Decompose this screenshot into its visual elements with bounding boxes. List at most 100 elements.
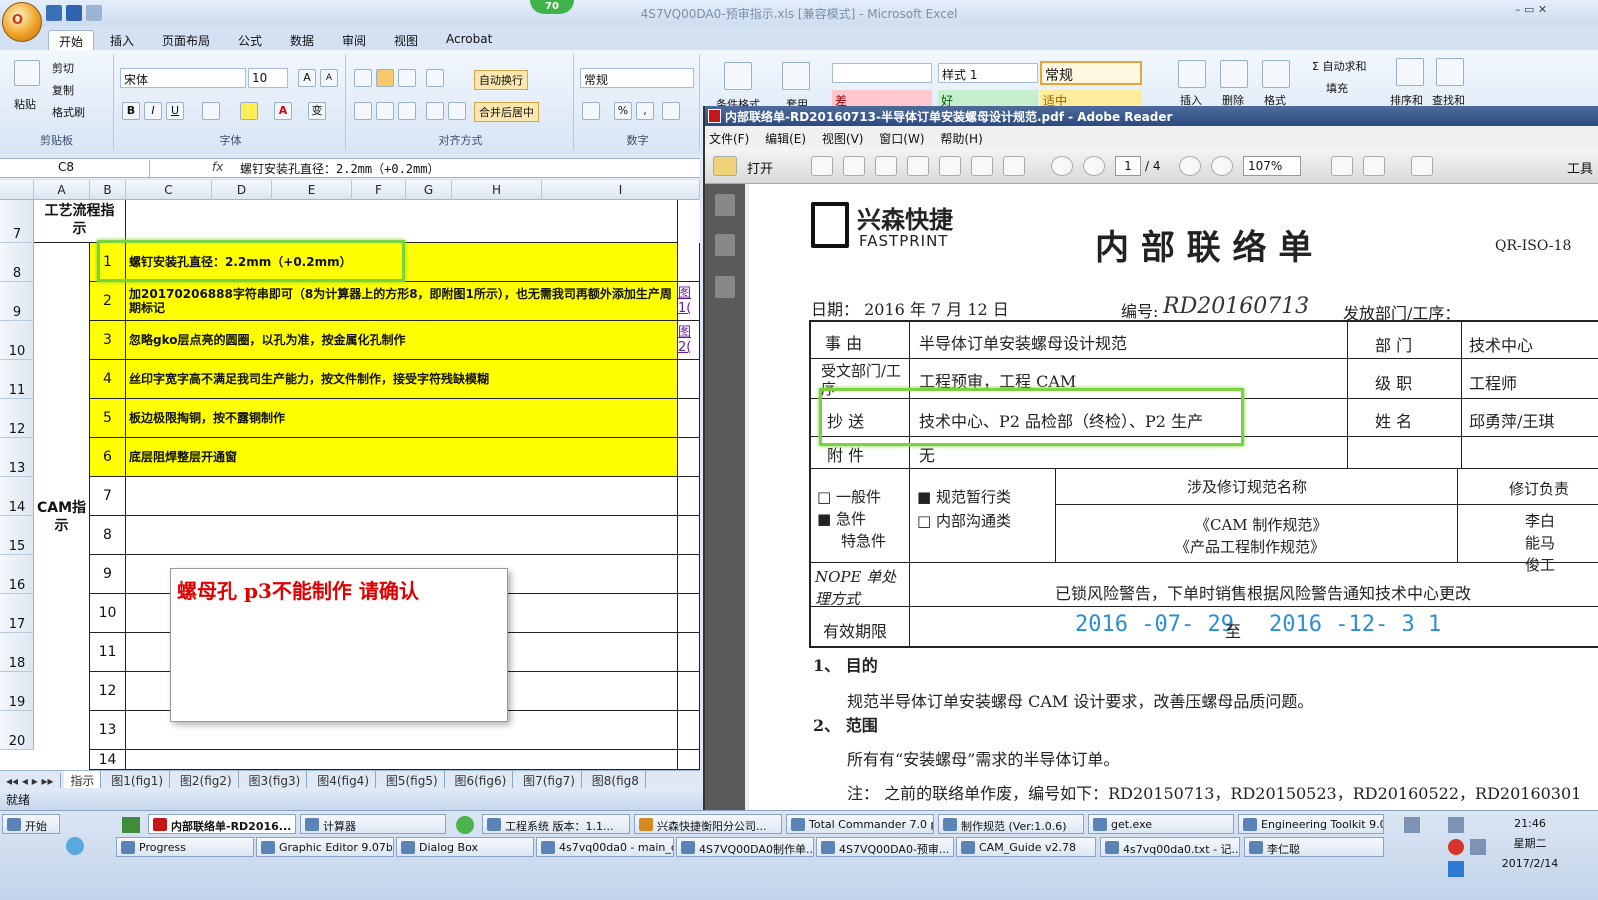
taskbar-button[interactable]: Total Commander 7.0 p... — [786, 814, 934, 834]
menu-file[interactable]: 文件(F) — [709, 132, 749, 146]
item-text-cell[interactable]: 加20170206888字符串即可（8为计算器上的方形8，即附图1所示），也无需… — [126, 282, 678, 321]
font-name-select[interactable]: 宋体 — [120, 68, 246, 88]
menu-view[interactable]: 视图(V) — [822, 132, 864, 146]
clock[interactable]: 21:46 星期二 2017/2/14 — [1480, 814, 1580, 874]
underline-button[interactable]: U — [166, 102, 184, 120]
figure-link-cell[interactable] — [678, 243, 700, 282]
align-middle-icon[interactable] — [376, 69, 394, 87]
prev-page-icon[interactable] — [1051, 156, 1073, 176]
row-header[interactable]: 9 — [0, 282, 34, 321]
header-blank-cell[interactable] — [126, 200, 678, 243]
process-header-cell[interactable]: 工艺流程指示 — [34, 200, 126, 243]
taskbar-button[interactable]: 4S7VQ00DA0-预审... — [816, 837, 954, 857]
figure-link-cell[interactable] — [678, 555, 700, 594]
item-number-cell[interactable]: 14 — [90, 750, 126, 770]
format-cells-icon[interactable] — [1262, 60, 1290, 88]
item-text-cell[interactable]: 忽略gko层点亮的圆圈，以孔为准，按金属化孔制作 — [126, 321, 678, 360]
taskbar-button[interactable]: Progress — [116, 837, 254, 857]
tab-view[interactable]: 视图 — [384, 30, 428, 50]
start-button[interactable]: 开始 — [2, 814, 60, 834]
tab-home[interactable]: 开始 — [48, 30, 95, 50]
save-icon[interactable] — [939, 156, 961, 176]
item-text-cell[interactable] — [126, 750, 678, 770]
figure-link-cell[interactable]: 图2( — [678, 321, 700, 360]
item-number-cell[interactable]: 7 — [90, 477, 126, 516]
taskbar-button[interactable]: Engineering Toolkit 9.0... — [1238, 814, 1384, 834]
increase-indent-icon[interactable] — [448, 102, 466, 120]
row-header[interactable]: 16 — [0, 555, 34, 594]
row-header[interactable]: 8 — [0, 243, 34, 282]
item-number-cell[interactable]: 10 — [90, 594, 126, 633]
menu-window[interactable]: 窗口(W) — [879, 132, 924, 146]
phonetic-button[interactable]: 变 — [308, 102, 326, 120]
item-text-cell[interactable] — [126, 516, 678, 555]
percent-button[interactable]: % — [614, 102, 632, 120]
figure-link-cell[interactable] — [678, 750, 700, 770]
tray-icon[interactable] — [1448, 861, 1464, 877]
page-number-input[interactable]: 1 — [1115, 156, 1141, 176]
taskbar-button[interactable]: 制作规范 (Ver:1.0.6) — [938, 814, 1084, 834]
window-controls[interactable]: – ▭ ✕ — [1515, 3, 1547, 16]
fullscreen-icon[interactable] — [1411, 156, 1433, 176]
row-header[interactable]: 10 — [0, 321, 34, 360]
row-header[interactable]: 19 — [0, 672, 34, 711]
row-header[interactable]: 11 — [0, 360, 34, 399]
formula-input[interactable]: 螺钉安装孔直径：2.2mm（+0.2mm） — [240, 160, 439, 177]
fx-icon[interactable]: fx — [212, 160, 223, 174]
tray-icon[interactable] — [1448, 839, 1464, 855]
taskbar-button[interactable]: 兴森快捷衡阳分公司... — [634, 814, 782, 834]
figure-link-cell[interactable] — [678, 360, 700, 399]
zoom-out-icon[interactable] — [1179, 156, 1201, 176]
sheet-tab[interactable]: 图2(fig2) — [174, 771, 239, 788]
table-format-icon[interactable] — [782, 62, 810, 90]
office-button[interactable]: O — [2, 2, 42, 42]
item-number-cell[interactable]: 4 — [90, 360, 126, 399]
align-center-icon[interactable] — [376, 102, 394, 120]
tab-review[interactable]: 审阅 — [332, 30, 376, 50]
merge-center-button[interactable]: 合并后居中 — [474, 102, 539, 122]
row-header[interactable]: 17 — [0, 594, 34, 633]
orientation-icon[interactable] — [426, 69, 444, 87]
pdf-page[interactable]: 兴森快捷 FASTPRINT 内 部 联 络 单 QR-ISO-18 日期： 2… — [749, 184, 1598, 810]
figure-link-cell[interactable] — [678, 711, 700, 750]
bold-button[interactable]: B — [122, 102, 140, 120]
align-left-icon[interactable] — [354, 102, 372, 120]
figure-link-cell[interactable] — [678, 399, 700, 438]
decrease-indent-icon[interactable] — [426, 102, 444, 120]
wrap-text-button[interactable]: 自动换行 — [474, 70, 528, 90]
item-number-cell[interactable]: 5 — [90, 399, 126, 438]
style-1[interactable]: 样式 1 — [938, 63, 1038, 83]
cell-comment[interactable]: 螺母孔 p3不能制作 请确认 — [170, 568, 508, 722]
taskbar-button[interactable]: 4S7VQ00DA0制作单... — [676, 837, 814, 857]
font-size-select[interactable]: 10 — [248, 68, 288, 88]
taskbar-button[interactable]: 4s7vq00da0 - main_qa — [536, 837, 674, 857]
taskbar-button[interactable]: get.exe — [1088, 814, 1234, 834]
attachment-icon[interactable] — [715, 276, 735, 298]
comma-button[interactable]: , — [636, 102, 654, 120]
copy-button[interactable]: 复制 — [52, 82, 74, 98]
figure-link-cell[interactable] — [678, 477, 700, 516]
sheet-tab[interactable]: 图4(fig4) — [311, 771, 376, 788]
sheet-tab[interactable]: 图5(fig5) — [380, 771, 445, 788]
autosum-button[interactable]: Σ 自动求和 — [1312, 58, 1366, 74]
name-box[interactable]: C8 — [2, 160, 150, 177]
sheet-tab[interactable]: 图3(fig3) — [243, 771, 308, 788]
tab-acrobat[interactable]: Acrobat — [436, 30, 502, 50]
style-normal[interactable]: 常规 — [1040, 61, 1142, 85]
ie-icon[interactable] — [456, 816, 474, 834]
cut-button[interactable]: 剪切 — [52, 60, 74, 76]
row-header[interactable]: 20 — [0, 711, 34, 750]
cloud-upload-icon[interactable] — [907, 156, 929, 176]
sheet-tab[interactable]: 图8(fig8 — [586, 771, 646, 788]
tools-button[interactable]: 工具 — [1567, 158, 1593, 177]
item-number-cell[interactable]: 8 — [90, 516, 126, 555]
tab-data[interactable]: 数据 — [280, 30, 324, 50]
italic-button[interactable]: I — [144, 102, 162, 120]
sheet-tab[interactable]: 指示 — [64, 771, 102, 788]
item-number-cell[interactable]: 13 — [90, 711, 126, 750]
tab-insert[interactable]: 插入 — [100, 30, 144, 50]
row-header[interactable]: 7 — [0, 200, 34, 243]
fit-width-icon[interactable] — [1363, 156, 1385, 176]
number-format-select[interactable]: 常规 — [580, 68, 694, 88]
tray-icon[interactable] — [1448, 817, 1464, 833]
